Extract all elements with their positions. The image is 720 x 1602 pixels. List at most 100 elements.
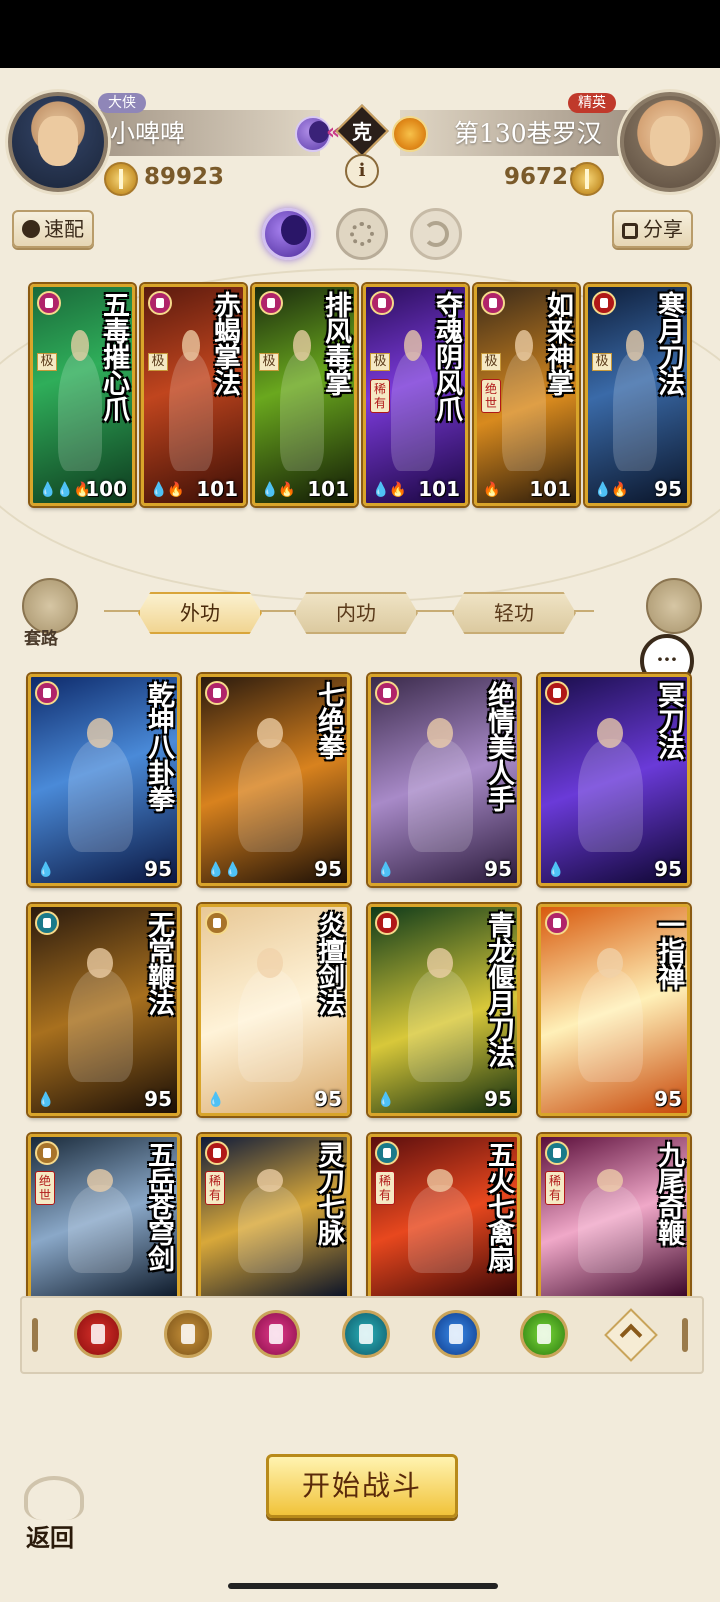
share-button[interactable]: 分享	[612, 210, 693, 248]
card-level: 101	[418, 477, 460, 501]
back-button[interactable]: 返回	[26, 1518, 74, 1553]
library-card[interactable]: 绝情美人手 💧 95	[368, 674, 520, 886]
card-art	[577, 948, 644, 1083]
quick-setup-button[interactable]: 速配	[12, 210, 94, 248]
battle-prep-screen: 大侠 精英 小啤啤 第130巷罗汉 « 克 i 89923 96721 速配 分…	[0, 68, 720, 1568]
left-player-power: 89923	[144, 164, 225, 190]
card-title: 一指禅	[653, 911, 684, 989]
card-grade: 极	[37, 353, 57, 371]
card-level: 101	[196, 477, 238, 501]
card-element-icons: 💧	[377, 1092, 395, 1108]
card-title: 乾坤八卦拳	[143, 681, 174, 811]
left-player-name: 小啤啤	[110, 119, 186, 148]
card-element-icons: 💧💧	[207, 862, 242, 878]
share-icon	[622, 223, 638, 239]
left-player-rank: 大侠	[98, 93, 146, 113]
library-card[interactable]: 乾坤八卦拳 💧 95	[28, 674, 180, 886]
blade-type-icon	[375, 911, 399, 935]
card-level: 95	[314, 857, 342, 881]
info-button[interactable]: i	[345, 154, 379, 188]
blade-type-icon	[545, 681, 569, 705]
fist-type-icon	[375, 681, 399, 705]
library-card[interactable]: 炎擅剑法 💧 95	[198, 904, 350, 1116]
card-title: 五毒摧心爪	[98, 291, 129, 421]
card-art	[407, 948, 474, 1083]
tab-inner-kungfu[interactable]: 内功	[294, 592, 418, 634]
card-rarity: 稀有	[205, 1171, 225, 1205]
card-grade: 极	[370, 353, 390, 371]
card-element-icons: 💧💧🔥	[39, 482, 92, 498]
card-title: 如来神掌	[542, 291, 573, 395]
card-element-icons: 💧	[377, 862, 395, 878]
start-battle-button[interactable]: 开始战斗	[266, 1454, 458, 1518]
taiji-filter-icon[interactable]	[432, 1310, 480, 1358]
library-card[interactable]: 绝世 五岳苍穹剑	[28, 1134, 180, 1300]
fist-type-icon	[37, 291, 61, 315]
selected-card[interactable]: 极 排风毒掌 💧🔥 101	[252, 284, 357, 506]
share-label: 分享	[643, 217, 683, 241]
blade-type-icon	[592, 291, 616, 315]
fist-type-icon	[35, 681, 59, 705]
whip-filter-icon[interactable]	[520, 1310, 568, 1358]
card-level: 101	[529, 477, 571, 501]
library-card[interactable]: 稀有 九尾奇鞭	[538, 1134, 690, 1300]
blade-filter-icon[interactable]	[74, 1310, 122, 1358]
card-level: 95	[654, 477, 682, 501]
card-rarity: 稀有	[370, 379, 390, 413]
card-title: 九尾奇鞭	[653, 1141, 684, 1245]
right-player-avatar[interactable]	[620, 92, 720, 192]
card-art	[67, 718, 134, 853]
back-arrow-icon[interactable]	[24, 1476, 84, 1520]
card-element-icons: 💧🔥	[261, 482, 296, 498]
card-art	[612, 330, 658, 471]
selected-card[interactable]: 极 绝世 如来神掌 🔥 101	[474, 284, 579, 506]
card-title: 炎擅剑法	[313, 911, 344, 1015]
left-player-avatar[interactable]	[8, 92, 108, 192]
card-art	[577, 1169, 644, 1273]
moon-attribute-icon[interactable]	[262, 208, 314, 260]
card-title: 赤蝎掌法	[209, 291, 240, 395]
fist-type-icon	[259, 291, 283, 315]
crescent-attribute-icon[interactable]	[410, 208, 462, 260]
library-card[interactable]: 冥刀法 💧 95	[538, 674, 690, 886]
blade-type-icon	[205, 1141, 229, 1165]
right-player-name: 第130巷罗汉	[454, 119, 602, 148]
library-card[interactable]: 稀有 灵刀七脉	[198, 1134, 350, 1300]
card-title: 夺魂阴风爪	[431, 291, 462, 421]
card-title: 七绝拳	[313, 681, 344, 759]
card-art	[168, 330, 214, 471]
selected-card[interactable]: 极 五毒摧心爪 💧💧🔥 100	[30, 284, 135, 506]
selected-card[interactable]: 极 寒月刀法 💧🔥 95	[585, 284, 690, 506]
fan-filter-icon[interactable]	[342, 1310, 390, 1358]
library-card[interactable]: 无常鞭法 💧 95	[28, 904, 180, 1116]
tab-outer-kungfu[interactable]: 外功	[138, 592, 262, 634]
fist-filter-icon[interactable]	[252, 1310, 300, 1358]
fist-type-icon	[205, 681, 229, 705]
library-card[interactable]: 七绝拳 💧💧 95	[198, 674, 350, 886]
library-card[interactable]: 稀有 五火七禽扇	[368, 1134, 520, 1300]
mental-method-button[interactable]	[646, 578, 702, 634]
card-art	[407, 1169, 474, 1273]
fan-type-icon	[35, 911, 59, 935]
card-element-icons: 💧🔥	[150, 482, 185, 498]
tab-lightness-kungfu[interactable]: 轻功	[452, 592, 576, 634]
card-art	[407, 718, 474, 853]
card-title: 灵刀七脉	[313, 1141, 344, 1245]
card-art	[279, 330, 325, 471]
library-card[interactable]: 青龙偃月刀法 💧 95	[368, 904, 520, 1116]
home-indicator[interactable]	[228, 1583, 498, 1589]
card-grade: 极	[148, 353, 168, 371]
selected-card[interactable]: 极 赤蝎掌法 💧🔥 101	[141, 284, 246, 506]
card-element-icons: 💧🔥	[594, 482, 629, 498]
sword-type-icon	[205, 911, 229, 935]
sun-attribute-icon[interactable]	[336, 208, 388, 260]
fan-type-icon	[545, 1141, 569, 1165]
fist-type-icon	[481, 291, 505, 315]
card-element-icons: 💧	[547, 862, 565, 878]
sword-type-icon	[35, 1141, 59, 1165]
selected-card[interactable]: 极 稀有 夺魂阴风爪 💧🔥 101	[363, 284, 468, 506]
sword-filter-icon[interactable]	[164, 1310, 212, 1358]
card-title: 冥刀法	[653, 681, 684, 759]
filter-bar-left-handle	[32, 1318, 38, 1352]
library-card[interactable]: 一指禅 95	[538, 904, 690, 1116]
